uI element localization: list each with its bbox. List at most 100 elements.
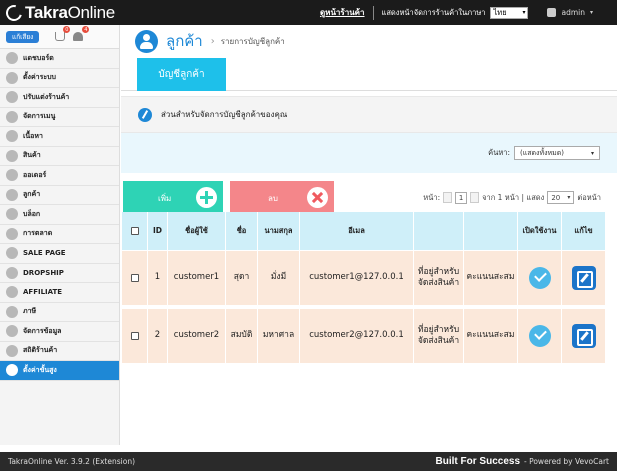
sidebar-item-data[interactable]: จัดการข้อมูล bbox=[0, 322, 119, 342]
header-username[interactable]: ชื่อผู้ใช้ bbox=[168, 212, 226, 250]
tab-bar: บัญชีลูกค้า bbox=[121, 57, 617, 91]
table-row: 2 customer2 สมบัติ มหาศาล customer2@127.… bbox=[122, 309, 606, 367]
link-icon bbox=[6, 286, 18, 299]
shop-button[interactable]: แก้เสียง bbox=[6, 30, 40, 43]
cell-email: customer2@127.0.0.1 bbox=[300, 309, 414, 363]
top-bar: TakraOnline ดูหน้าร้านค้า แสดงหน้าจัดการ… bbox=[0, 0, 617, 25]
chart-icon bbox=[6, 227, 18, 240]
sidebar-item-label: สถิติร้านค้า bbox=[23, 346, 58, 355]
sidebar-item-customers[interactable]: ลูกค้า bbox=[0, 186, 119, 205]
next-page-button[interactable] bbox=[470, 192, 480, 203]
sidebar-item-tax[interactable]: ภาษี bbox=[0, 303, 119, 322]
sidebar-item-sale-page[interactable]: SALE PAGE bbox=[0, 244, 119, 264]
sidebar-item-settings[interactable]: ตั้งค่าระบบ bbox=[0, 69, 119, 88]
sidebar-item-products[interactable]: สินค้า bbox=[0, 147, 119, 166]
cell-email: customer1@127.0.0.1 bbox=[300, 251, 414, 305]
pen-icon bbox=[138, 107, 152, 122]
cell-first-name: สมบัติ bbox=[226, 309, 258, 363]
points-link[interactable]: คะแนนสะสม bbox=[464, 309, 518, 363]
pager-of-text: จาก 1 หน้า | แสดง bbox=[482, 192, 545, 202]
delete-button-label: ลบ bbox=[268, 193, 278, 203]
sidebar-item-label: สินค้า bbox=[23, 151, 41, 160]
sidebar-item-label: ลูกค้า bbox=[23, 190, 41, 199]
sidebar-item-customize[interactable]: ปรับแต่งร้านค้า bbox=[0, 88, 119, 108]
delete-button[interactable]: ลบ bbox=[230, 181, 334, 215]
cell-edit bbox=[562, 309, 606, 363]
user-icon bbox=[547, 8, 557, 17]
language-select[interactable]: ไทย ▾ bbox=[490, 6, 529, 19]
header-email[interactable]: อีเมล bbox=[300, 212, 414, 250]
sidebar-item-marketing[interactable]: การตลาด bbox=[0, 225, 119, 244]
sidebar-item-label: ตั้งค่าขั้นสูง bbox=[23, 365, 57, 374]
sidebar-item-orders[interactable]: ออเดอร์ bbox=[0, 166, 119, 186]
divider bbox=[372, 5, 374, 20]
per-page-suffix: ต่อหน้า bbox=[577, 192, 601, 202]
plus-icon bbox=[196, 187, 217, 208]
page-number-input[interactable]: 1 bbox=[455, 191, 468, 204]
cell-id: 1 bbox=[148, 251, 168, 305]
sidebar-item-dropship[interactable]: DROPSHIP bbox=[0, 264, 119, 283]
search-select[interactable]: (แสดงทั้งหมด) ▾ bbox=[514, 146, 600, 160]
edit-icon[interactable] bbox=[571, 266, 596, 290]
sidebar-item-content[interactable]: เนื้อหา bbox=[0, 127, 119, 147]
table-header: ID ชื่อผู้ใช้ ชื่อ นามสกุล อีเมล เปิดใช้… bbox=[122, 212, 606, 251]
sidebar-item-stats[interactable]: สถิติร้านค้า bbox=[0, 342, 119, 361]
logo[interactable]: TakraOnline bbox=[0, 1, 200, 24]
cell-last-name: มั่งมี bbox=[258, 251, 300, 305]
cell-enabled bbox=[518, 309, 562, 363]
pager-label: หน้า: bbox=[423, 192, 441, 202]
row-select-cell bbox=[122, 309, 148, 363]
gears-icon bbox=[6, 364, 18, 377]
breadcrumb[interactable]: รายการบัญชีลูกค้า bbox=[221, 35, 285, 48]
header-last-name[interactable]: นามสกุล bbox=[258, 212, 300, 250]
select-all-checkbox[interactable] bbox=[130, 227, 139, 235]
powered-by: - Powered by VevoCart bbox=[524, 457, 609, 466]
header-first-name[interactable]: ชื่อ bbox=[226, 212, 258, 250]
sidebar-item-label: จัดการข้อมูล bbox=[23, 326, 62, 335]
shipping-address-link[interactable]: ที่อยู่สำหรับจัดส่งสินค้า bbox=[414, 309, 464, 363]
sidebar-item-affiliate[interactable]: AFFILIATE bbox=[0, 283, 119, 303]
row-checkbox[interactable] bbox=[130, 274, 139, 282]
bell-icon[interactable]: 4 bbox=[73, 26, 90, 41]
sidebar-toolbar: แก้เสียง 0 4 bbox=[0, 25, 119, 49]
cell-username: customer1 bbox=[168, 251, 226, 305]
close-icon bbox=[307, 187, 328, 208]
tab-customer-accounts[interactable]: บัญชีลูกค้า bbox=[137, 58, 226, 91]
info-text: ส่วนสำหรับจัดการบัญชีลูกค้าของคุณ bbox=[161, 110, 288, 119]
sidebar-item-menu[interactable]: จัดการเมนู bbox=[0, 108, 119, 127]
sidebar-item-label: เนื้อหา bbox=[23, 131, 43, 140]
sidebar-item-dashboard[interactable]: แดชบอร์ด bbox=[0, 49, 119, 69]
per-page-value: 20 bbox=[551, 193, 561, 202]
page-header: ลูกค้า › รายการบัญชีลูกค้า bbox=[121, 25, 617, 57]
sidebar-item-label: บล็อก bbox=[23, 209, 41, 218]
per-page-select[interactable]: 20 ▾ bbox=[547, 191, 575, 204]
check-icon[interactable] bbox=[528, 267, 551, 289]
user-menu[interactable]: admin bbox=[561, 8, 585, 17]
chevron-down-icon: ▾ bbox=[522, 9, 526, 16]
top-right-group: ดูหน้าร้านค้า แสดงหน้าจัดการร้านค้าในภาษ… bbox=[320, 0, 593, 25]
prev-page-button[interactable] bbox=[443, 192, 453, 203]
menu-icon bbox=[6, 110, 18, 123]
add-button[interactable]: เพิ่ม bbox=[123, 181, 223, 215]
header-address bbox=[414, 212, 464, 250]
cell-id: 2 bbox=[148, 309, 168, 363]
sidebar: แก้เสียง 0 4 แดชบอร์ด ตั้งค่าระบบ ปรับแต… bbox=[0, 25, 120, 445]
row-checkbox[interactable] bbox=[130, 332, 139, 340]
check-icon[interactable] bbox=[528, 325, 551, 347]
add-button-label: เพิ่ม bbox=[158, 193, 172, 203]
page-title: ลูกค้า bbox=[166, 32, 203, 50]
view-store-link[interactable]: ดูหน้าร้านค้า bbox=[320, 6, 365, 19]
chevron-right-icon: › bbox=[210, 35, 215, 47]
sidebar-item-blog[interactable]: บล็อก bbox=[0, 205, 119, 225]
cart-icon[interactable]: 0 bbox=[55, 26, 71, 41]
sidebar-item-label: การตลาด bbox=[23, 229, 53, 238]
shipping-address-link[interactable]: ที่อยู่สำหรับจัดส่งสินค้า bbox=[414, 251, 464, 305]
truck-icon bbox=[6, 266, 18, 279]
cell-first-name: สุดา bbox=[226, 251, 258, 305]
edit-icon[interactable] bbox=[571, 324, 596, 348]
language-label: แสดงหน้าจัดการร้านค้าในภาษา bbox=[381, 7, 486, 17]
header-id[interactable]: ID bbox=[148, 212, 168, 250]
database-icon bbox=[6, 325, 18, 338]
sidebar-item-advanced[interactable]: ตั้งค่าขั้นสูง bbox=[0, 361, 119, 381]
points-link[interactable]: คะแนนสะสม bbox=[464, 251, 518, 305]
